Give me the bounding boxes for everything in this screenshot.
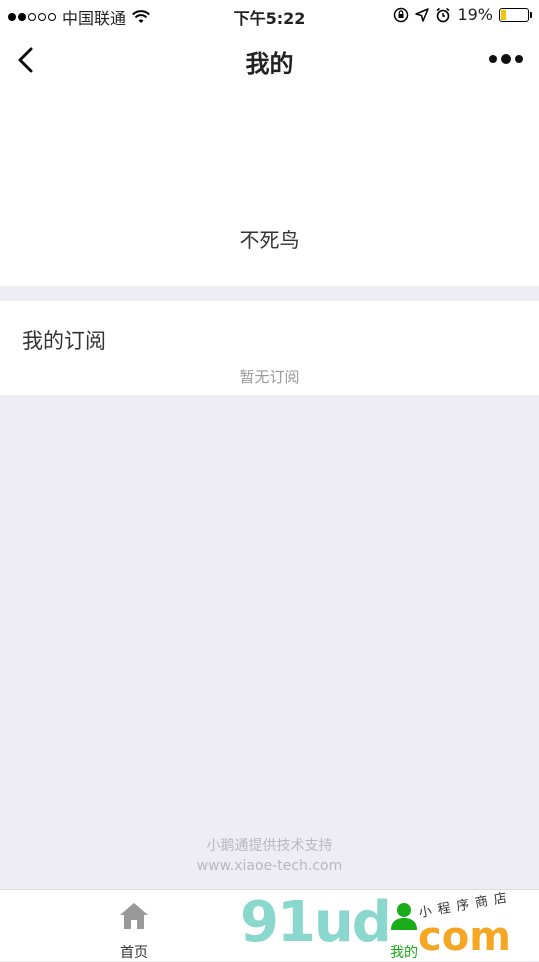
support-url: www.xiaoe-tech.com	[196, 858, 343, 874]
page-title: 我的	[245, 50, 294, 78]
user-nickname: 不死鸟	[239, 228, 300, 252]
nav-bar: 我的	[0, 30, 539, 90]
more-dots-icon[interactable]	[489, 54, 523, 64]
subscriptions-section: 我的订阅 暂无订阅	[0, 301, 539, 395]
alarm-icon	[436, 7, 450, 22]
subscriptions-title: 我的订阅	[22, 329, 106, 353]
tab-home-label: 首页	[120, 945, 148, 961]
battery-level	[501, 9, 506, 20]
tab-bar: 首页 我的	[0, 889, 539, 961]
home-icon	[120, 903, 148, 929]
support-text: 小鹅通提供技术支持	[206, 838, 333, 854]
person-icon	[391, 903, 417, 930]
tab-mine[interactable]: 我的	[344, 890, 464, 961]
tab-home[interactable]: 首页	[74, 890, 194, 961]
profile-card: 不死鸟	[0, 90, 539, 286]
battery-icon	[499, 7, 532, 22]
location-icon	[415, 7, 430, 22]
battery-percent: 19%	[457, 5, 493, 24]
rotation-lock-icon	[394, 7, 409, 22]
status-bar: 中国联通 下午5:22 19%	[0, 0, 539, 30]
status-right: 19%	[393, 5, 532, 24]
tech-support-footer: 小鹅通提供技术支持 www.xiaoe-tech.com	[0, 836, 539, 876]
tab-mine-label: 我的	[390, 945, 418, 961]
subscriptions-empty-text: 暂无订阅	[239, 368, 300, 386]
